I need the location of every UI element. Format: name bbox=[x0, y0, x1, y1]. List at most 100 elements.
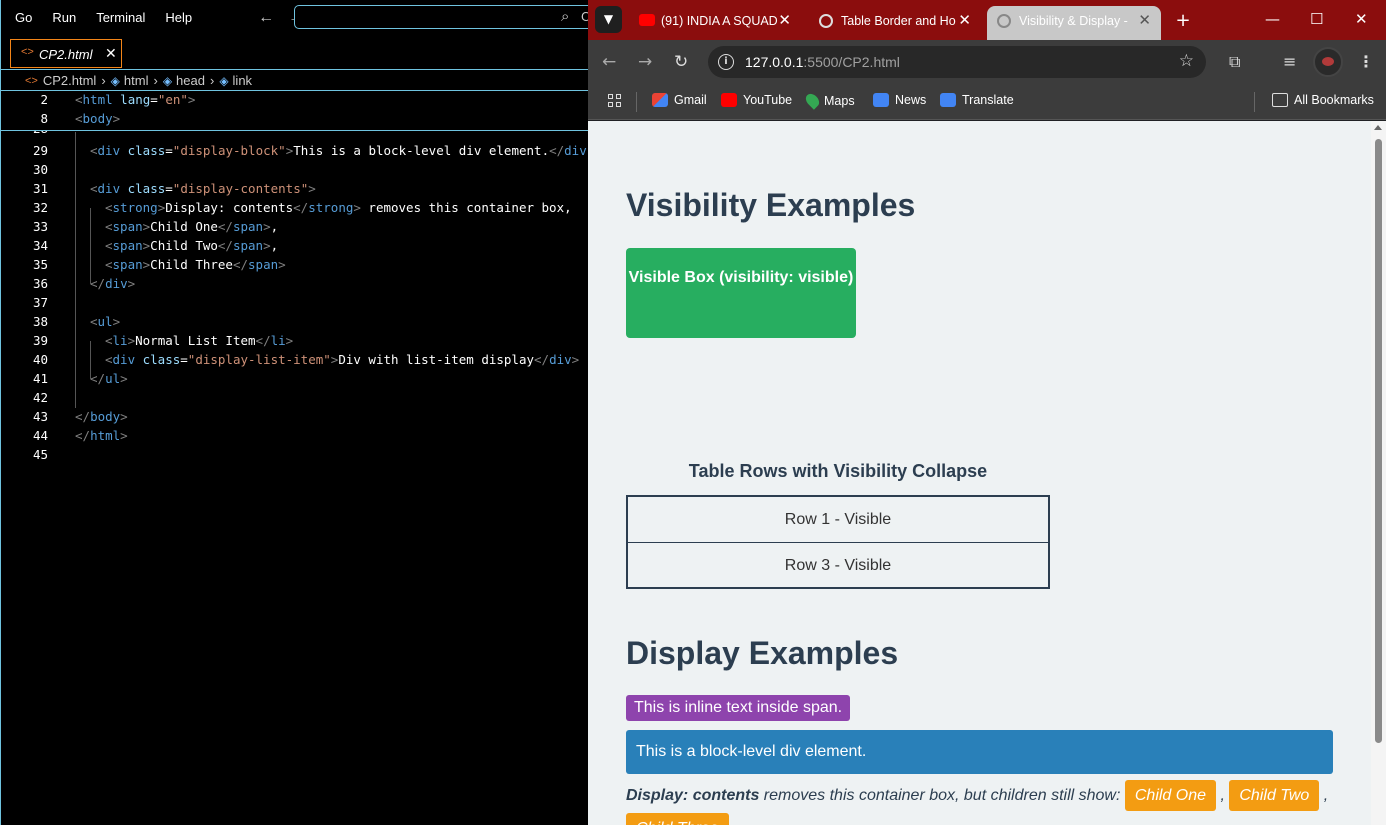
code-line[interactable]: 30 bbox=[1, 162, 589, 181]
reload-icon[interactable]: ↻ bbox=[674, 52, 688, 72]
tab-search-button[interactable]: ▼ bbox=[595, 6, 622, 33]
close-icon[interactable]: ✕ bbox=[1138, 11, 1151, 29]
folder-icon bbox=[1272, 93, 1288, 107]
breadcrumb-file[interactable]: CP2.html bbox=[43, 73, 96, 88]
globe-icon bbox=[997, 14, 1011, 28]
line-number: 34 bbox=[32, 238, 48, 253]
line-number: 43 bbox=[32, 409, 48, 424]
code-token: < bbox=[105, 352, 113, 367]
maximize-icon[interactable]: ☐ bbox=[1310, 10, 1323, 28]
scrollbar-thumb[interactable] bbox=[1375, 139, 1382, 743]
breadcrumb-head[interactable]: head bbox=[176, 73, 205, 88]
browser-toolbar: ← → ↻ i 127.0.0.1:5500/CP2.html ☆ ⧉ ≡ ⋮ bbox=[588, 40, 1386, 84]
code-line[interactable]: 42 bbox=[1, 390, 589, 409]
close-icon[interactable]: ✕ bbox=[778, 11, 791, 29]
new-tab-button[interactable]: + bbox=[1170, 8, 1196, 34]
profile-avatar[interactable] bbox=[1313, 47, 1343, 77]
code-token: Display: contents bbox=[165, 200, 294, 215]
extensions-icon[interactable]: ⧉ bbox=[1229, 52, 1240, 72]
code-token: span bbox=[112, 219, 143, 234]
page-scrollbar[interactable] bbox=[1371, 121, 1386, 825]
all-bookmarks-button[interactable]: All Bookmarks bbox=[1272, 93, 1374, 107]
globe-icon bbox=[819, 14, 833, 28]
command-center-search[interactable]: ⌕ C bbox=[294, 5, 594, 29]
maps-pin-icon bbox=[803, 91, 822, 110]
close-icon[interactable]: ✕ bbox=[105, 45, 117, 62]
code-line[interactable]: 45 bbox=[1, 447, 589, 466]
close-icon[interactable]: ✕ bbox=[958, 11, 971, 29]
forward-arrow-icon[interactable]: → bbox=[638, 52, 652, 72]
display-contents-example: Display: contents removes this container… bbox=[626, 779, 1346, 825]
address-bar[interactable]: i 127.0.0.1:5500/CP2.html ☆ bbox=[708, 46, 1206, 78]
code-line[interactable]: 31 <div class="display-contents"> bbox=[1, 181, 589, 200]
media-control-icon[interactable]: ≡ bbox=[1283, 52, 1296, 71]
bookmarks-bar: Gmail YouTube Maps News Translate All Bo… bbox=[588, 84, 1386, 120]
code-token: span bbox=[232, 219, 264, 234]
browser-tab-table-border[interactable]: Table Border and Ho ✕ bbox=[809, 6, 981, 36]
code-token: < bbox=[105, 200, 113, 215]
code-line[interactable]: 8 <body> bbox=[1, 111, 589, 130]
back-arrow-icon[interactable]: ← bbox=[258, 9, 274, 27]
scroll-up-icon[interactable] bbox=[1374, 125, 1382, 130]
code-line[interactable]: 44 </html> bbox=[1, 428, 589, 447]
visibility-heading: Visibility Examples bbox=[626, 187, 916, 223]
bookmark-news[interactable]: News bbox=[873, 93, 926, 107]
editor-tab-cp2[interactable]: <> CP2.html ✕ bbox=[10, 39, 122, 68]
browser-tab-title: (91) INDIA A SQUAD bbox=[661, 14, 778, 28]
breadcrumb-link[interactable]: link bbox=[233, 73, 253, 88]
menu-go[interactable]: Go bbox=[15, 10, 32, 25]
table-row: Row 1 - Visible bbox=[784, 511, 892, 528]
menu-help[interactable]: Help bbox=[165, 10, 192, 25]
bookmark-maps[interactable]: Maps bbox=[803, 91, 855, 110]
browser-tab-youtube[interactable]: (91) INDIA A SQUAD ✕ bbox=[629, 6, 801, 36]
bookmark-star-icon[interactable]: ☆ bbox=[1179, 51, 1194, 71]
code-token: </ bbox=[255, 333, 271, 348]
code-token: Child One bbox=[150, 219, 218, 234]
apps-grid-icon[interactable] bbox=[608, 94, 622, 108]
code-line[interactable]: 29 <div class="display-block">This is a b… bbox=[1, 143, 589, 162]
code-token: = bbox=[150, 92, 158, 107]
code-line[interactable]: 2 <html lang="en"> bbox=[1, 92, 589, 111]
indent-guide bbox=[90, 208, 91, 284]
contents-text: removes this container box, but children… bbox=[759, 787, 1125, 804]
code-text: <html lang="en"> bbox=[75, 92, 195, 107]
bookmark-gmail[interactable]: Gmail bbox=[652, 93, 707, 107]
code-line-partial: 28 bbox=[1, 131, 589, 139]
chevron-down-icon: ▼ bbox=[603, 12, 614, 26]
line-number: 38 bbox=[32, 314, 48, 329]
chevron-right-icon: › bbox=[153, 73, 158, 88]
url-host: 127.0.0.1 bbox=[745, 54, 804, 70]
code-line[interactable]: 43 </body> bbox=[1, 409, 589, 428]
minimize-icon[interactable]: — bbox=[1265, 10, 1280, 28]
code-token: div bbox=[97, 181, 121, 196]
code-token: span bbox=[248, 257, 279, 272]
visible-box: Visible Box (visibility: visible) bbox=[626, 248, 856, 338]
bookmarks-divider bbox=[636, 92, 637, 112]
back-arrow-icon[interactable]: ← bbox=[602, 52, 616, 72]
code-editor-window: Go Run Terminal Help ← → ⌕ C <> CP2.html… bbox=[0, 0, 594, 825]
page-viewport[interactable]: Visibility Examples Visible Box (visibil… bbox=[588, 121, 1386, 825]
close-window-icon[interactable]: ✕ bbox=[1355, 10, 1368, 28]
info-icon[interactable]: i bbox=[718, 54, 734, 70]
bookmark-translate[interactable]: Translate bbox=[940, 93, 1014, 107]
code-token: class bbox=[120, 143, 166, 158]
code-line[interactable]: 38 <ul> bbox=[1, 314, 589, 333]
table-row: Row 3 - Visible bbox=[628, 542, 1048, 587]
code-line[interactable]: 37 bbox=[1, 295, 589, 314]
code-token: "display-contents" bbox=[172, 181, 309, 196]
code-token: > bbox=[571, 352, 580, 367]
code-token: strong bbox=[308, 200, 354, 215]
bookmark-youtube[interactable]: YouTube bbox=[721, 93, 792, 107]
line-number: 32 bbox=[32, 200, 48, 215]
menu-run[interactable]: Run bbox=[52, 10, 76, 25]
code-token: div bbox=[105, 276, 128, 291]
line-number: 33 bbox=[32, 219, 48, 234]
more-options-icon[interactable]: ⋮ bbox=[1358, 52, 1374, 71]
code-token: Child Three bbox=[150, 257, 233, 272]
url-text[interactable]: 127.0.0.1:5500/CP2.html bbox=[745, 54, 900, 70]
code-token: li bbox=[270, 333, 286, 348]
browser-tab-visibility-display[interactable]: Visibility & Display - ✕ bbox=[987, 6, 1161, 40]
breadcrumb-html[interactable]: html bbox=[124, 73, 149, 88]
menu-terminal[interactable]: Terminal bbox=[96, 10, 145, 25]
search-icon: ⌕ bbox=[561, 7, 570, 25]
